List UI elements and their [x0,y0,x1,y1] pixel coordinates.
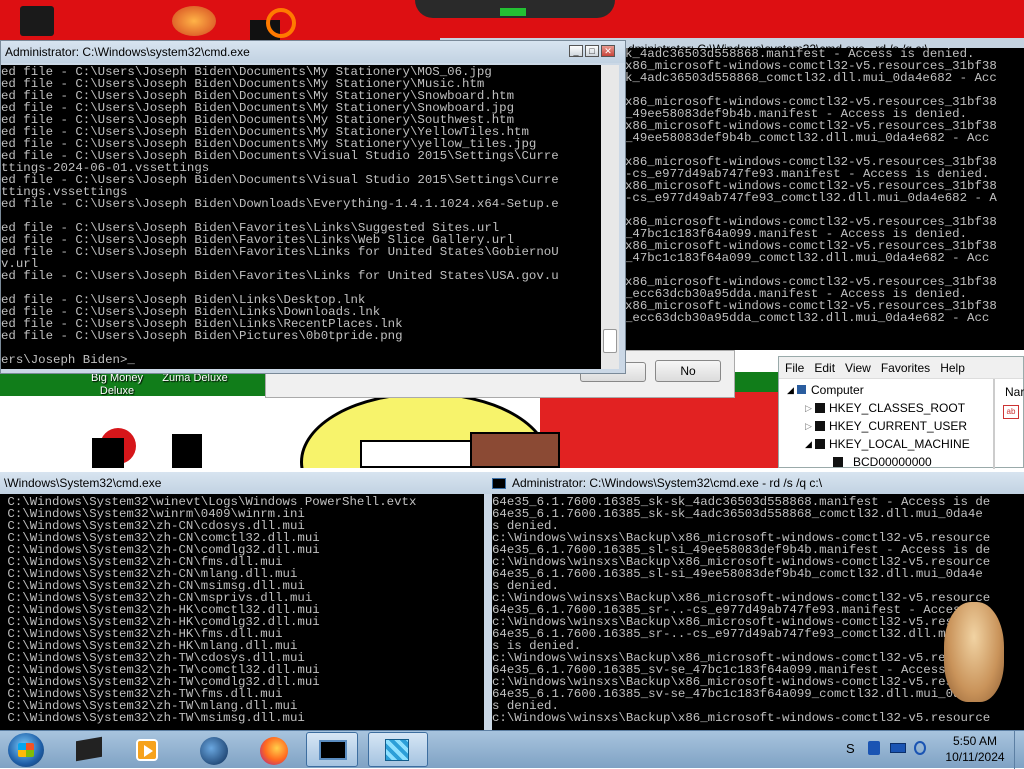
show-desktop-button[interactable] [1014,731,1024,769]
cmd-bottomright-console[interactable]: 64e35_6.1.7600.16385_sk-sk_4adc36503d558… [492,494,1024,730]
firefox-icon [260,737,288,765]
regedit-name-header[interactable]: Nar [1005,385,1024,399]
dialog-button-no[interactable]: No [655,360,721,382]
folder-icon [833,457,843,467]
black-box-icon [76,736,102,762]
tray-network-icon[interactable] [868,741,880,755]
cmd-window-bottomright[interactable]: Administrator: C:\Windows\System32\cmd.e… [488,472,1024,730]
app-icon-top-4 [266,8,296,38]
regedit-menubar: File Edit View Favorites Help [779,357,1023,379]
start-button[interactable] [8,733,44,767]
taskbar-app-1[interactable] [72,735,108,765]
console-line: 64e35_6.1.7600.16385_sv-se_47bc1c183f64a… [492,687,983,701]
tray-display-icon[interactable] [890,743,906,753]
cmd-main-scrollbar[interactable] [601,65,619,369]
console-line: -cs_e977d49ab747fe93_comctl32.dll.mui_0d… [625,191,997,205]
expand-arrow-icon[interactable]: ◢ [805,435,812,453]
minimize-icon[interactable]: _ [569,45,583,57]
cmd-bottomleft-console[interactable]: C:\Windows\System32\winevt\Logs\Windows … [0,494,484,730]
console-icon [492,478,506,490]
cmd-main-console[interactable]: ed file - C:\Users\Joseph Biden\Document… [1,65,601,369]
app-icon-top-1 [20,6,54,36]
expand-arrow-icon[interactable]: ◢ [787,381,794,399]
cmd-topright-console[interactable]: k_4adc36503d558868.manifest - Access is … [625,48,1024,350]
scrollbar-thumb[interactable] [603,329,617,353]
clock-date[interactable]: 10/11/2024 [940,750,1010,764]
taskbar: S 5:50 AM 10/11/2024 [0,730,1024,769]
console-line: ers\Joseph Biden>_ [1,353,135,367]
console-line: 64e35_6.1.7600.16385_sk-sk_4adc36503d558… [492,507,983,521]
tree-item-hkcu[interactable]: ▷ HKEY_CURRENT_USER [785,417,995,435]
windows-logo-icon [18,743,34,757]
cmd-bottomleft-titlebar[interactable]: \Windows\System32\cmd.exe [0,472,488,494]
tree-item-bcd[interactable]: BCD00000000 [785,453,995,471]
taskbar-app-regedit[interactable] [368,732,428,767]
console-line: ed file - C:\Users\Joseph Biden\Favorite… [1,269,559,283]
taskbar-app-firefox[interactable] [256,735,292,765]
cmd-bottomright-titlebar[interactable]: Administrator: C:\Windows\System32\cmd.e… [488,472,1024,494]
menu-help[interactable]: Help [940,361,965,375]
folder-icon [815,403,825,413]
tray-volume-icon[interactable] [914,741,926,755]
app-icon-top-2 [172,6,216,36]
black-square-2 [172,434,202,468]
computer-icon [797,385,806,394]
cartoon-shirt [540,392,778,468]
cartoon-paper [360,440,480,468]
console-line: _47bc1c183f64a099_comctl32.dll.mui_0da4e… [625,251,990,265]
folder-icon [815,439,825,449]
menu-file[interactable]: File [785,361,804,375]
console-icon [319,740,347,760]
hamster-image [944,602,1004,702]
console-line: _49ee58083def9b4b_comctl32.dll.mui_0da4e… [625,131,990,145]
cmd-main-titlebar[interactable]: Administrator: C:\Windows\system32\cmd.e… [1,41,625,63]
expand-arrow-icon[interactable]: ▷ [805,417,812,435]
taskbar-app-media[interactable] [130,735,166,765]
globe-icon [200,737,228,765]
regedit-tree[interactable]: ◢ Computer ▷ HKEY_CLASSES_ROOT ▷ HKEY_CURRE… [785,381,995,471]
registry-cubes-icon [385,739,409,761]
tray-chevron-icon[interactable]: S [846,741,855,756]
regedit-divider[interactable] [993,379,995,469]
console-line: ed file - C:\Users\Joseph Biden\Pictures… [1,329,403,343]
taskbar-app-globe[interactable] [196,735,232,765]
folder-icon [815,421,825,431]
console-line: c:\Windows\winsxs\Backup\x86_microsoft-w… [492,711,991,725]
cmd-main-title: Administrator: C:\Windows\system32\cmd.e… [5,45,250,59]
cmd-bottomleft-title: \Windows\System32\cmd.exe [4,476,162,490]
desktop-icon-big-money[interactable]: Big Money Deluxe [80,372,154,398]
close-icon[interactable]: ✕ [601,45,615,57]
cmd-window-main[interactable]: Administrator: C:\Windows\system32\cmd.e… [0,40,626,374]
console-line: ed file - C:\Users\Joseph Biden\Download… [1,197,559,211]
menu-view[interactable]: View [845,361,871,375]
registry-value-icon: ab [1003,405,1019,419]
cmd-window-bottomleft[interactable]: \Windows\System32\cmd.exe C:\Windows\Sys… [0,472,488,730]
console-line: C:\Windows\System32\zh-TW\msimsg.dll.mui [0,711,305,725]
console-line: 64e35_6.1.7600.16385_sl-si_49ee58083def9… [492,567,983,581]
cartoon-box [470,432,560,468]
console-line: ed file - C:\Users\Joseph Biden\Favorite… [1,245,559,259]
maximize-icon[interactable]: □ [585,45,599,57]
tree-item-hklm[interactable]: ◢ HKEY_LOCAL_MACHINE [785,435,995,453]
expand-arrow-icon[interactable]: ▷ [805,399,812,417]
menu-favorites[interactable]: Favorites [881,361,930,375]
console-line: _ecc63dcb30a95dda_comctl32.dll.mui_0da4e… [625,311,990,325]
cmd-bottomright-title: Administrator: C:\Windows\System32\cmd.e… [512,476,823,490]
taskbar-app-cmd[interactable] [306,732,358,767]
tree-item-computer[interactable]: ◢ Computer [785,381,995,399]
clock-time[interactable]: 5:50 AM [940,734,1010,748]
tree-item-hkcr[interactable]: ▷ HKEY_CLASSES_ROOT [785,399,995,417]
green-indicator [500,8,526,16]
black-square [92,438,124,468]
console-line: k_4adc36503d558868_comctl32.dll.mui_0da4… [625,71,997,85]
regedit-window[interactable]: File Edit View Favorites Help ◢ Computer ▷ HKE… [778,356,1024,471]
menu-edit[interactable]: Edit [814,361,835,375]
